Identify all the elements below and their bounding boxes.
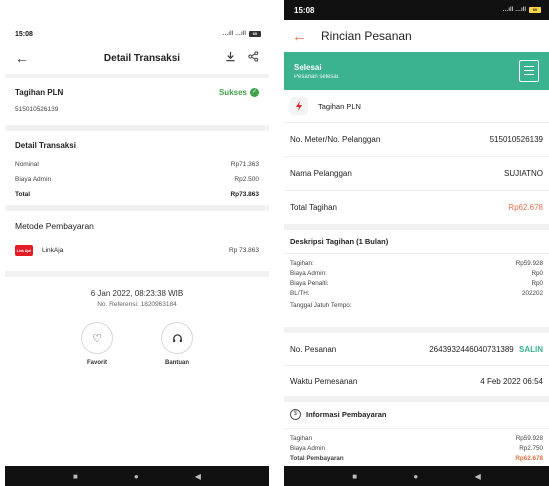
receipt-icon bbox=[519, 60, 539, 82]
currency-circle-icon: $ bbox=[290, 409, 301, 420]
description-row: Tanggal Jatuh Tempo: bbox=[290, 302, 352, 309]
status-bar: 15:08 …ıll …ıll 60 bbox=[284, 0, 549, 20]
order-status: Selesai bbox=[294, 62, 322, 72]
payment-row: Biaya Admin Rp2.750 bbox=[290, 445, 543, 452]
bill-summary: Tagihan PLN Sukses ✓ 515010526139 bbox=[5, 78, 269, 125]
payment-amount: Rp 73.863 bbox=[229, 247, 259, 254]
description-row: Tagihan: Rp59.928 bbox=[290, 260, 543, 267]
android-nav-bar: ■ ● ◀ bbox=[5, 466, 269, 486]
section-title: Deskripsi Tagihan (1 Bulan) bbox=[290, 237, 389, 246]
home-icon[interactable]: ● bbox=[134, 472, 139, 481]
status-time: 15:08 bbox=[294, 5, 315, 15]
payment-info-section: $ Informasi Pembayaran Tagihan Rp59.928 … bbox=[284, 402, 549, 462]
order-time-row: Waktu Pemesanan 4 Feb 2022 06:54 bbox=[290, 376, 543, 386]
download-icon[interactable] bbox=[225, 51, 236, 65]
transaction-datetime: 6 Jan 2022, 08:23:38 WIB bbox=[90, 289, 184, 298]
payment-method-section: Metode Pembayaran Link Aja! LinkAja Rp 7… bbox=[5, 211, 269, 271]
description-row: Biaya Admin: Rp0 bbox=[290, 270, 543, 277]
info-row: Nama Pelanggan SUJIATNO bbox=[290, 169, 543, 178]
bill-title: Tagihan PLN bbox=[15, 88, 64, 97]
back-nav-icon[interactable]: ◀ bbox=[475, 472, 481, 481]
order-status-subtitle: Pesanan selesai. bbox=[294, 73, 340, 80]
app-bar: ← Rincian Pesanan bbox=[284, 20, 549, 52]
status-time: 15:08 bbox=[15, 30, 33, 38]
description-row: Biaya Penalti: Rp0 bbox=[290, 280, 543, 287]
status-badge: Sukses ✓ bbox=[218, 88, 259, 97]
payment-method-name: LinkAja bbox=[42, 247, 64, 254]
signal-icon: …ıll …ıll bbox=[222, 31, 246, 37]
android-nav-bar: ■ ● ◀ bbox=[284, 466, 549, 486]
battery-icon: 60 bbox=[249, 31, 261, 37]
share-icon[interactable] bbox=[248, 51, 259, 65]
section-title: Detail Transaksi bbox=[15, 141, 76, 150]
section-title: Metode Pembayaran bbox=[15, 221, 94, 231]
signal-icon: …ıll …ıll bbox=[502, 7, 526, 13]
linkaja-logo: Link Aja! bbox=[15, 245, 33, 256]
check-circle-icon: ✓ bbox=[250, 88, 259, 97]
order-number: 2643932446040731389 bbox=[429, 344, 514, 354]
product-row: Tagihan PLN bbox=[284, 90, 549, 122]
product-title: Tagihan PLN bbox=[318, 101, 361, 111]
help-button[interactable]: Bantuan bbox=[152, 322, 202, 366]
copy-button[interactable]: SALIN bbox=[519, 345, 543, 354]
heart-icon: ♡ bbox=[81, 322, 113, 354]
recents-icon[interactable]: ■ bbox=[73, 472, 78, 481]
recents-icon[interactable]: ■ bbox=[352, 472, 357, 481]
payment-method-row: Link Aja! LinkAja Rp 73.863 bbox=[5, 245, 269, 256]
transaction-detail-section: Detail Transaksi Nominal Rp71.363 Biaya … bbox=[5, 131, 269, 205]
info-row: No. Meter/No. Pelanggan 515010526139 bbox=[290, 135, 543, 144]
back-nav-icon[interactable]: ◀ bbox=[195, 472, 201, 481]
back-arrow-icon[interactable]: ← bbox=[15, 50, 35, 66]
battery-icon: 60 bbox=[529, 7, 541, 13]
order-number-row: No. Pesanan 2643932446040731389 SALIN bbox=[290, 344, 543, 354]
detail-row: Biaya Admin Rp2.500 bbox=[15, 176, 259, 183]
headset-icon bbox=[161, 322, 193, 354]
favorite-button[interactable]: ♡ Favorit bbox=[72, 322, 122, 366]
right-phone-screen: 15:08 …ıll …ıll 60 ← Rincian Pesanan Sel… bbox=[284, 0, 549, 486]
home-icon[interactable]: ● bbox=[413, 472, 418, 481]
transaction-footer: 6 Jan 2022, 08:23:38 WIB No. Referensi: … bbox=[5, 277, 269, 366]
bill-number: 515010526139 bbox=[15, 106, 59, 113]
detail-row-total: Total Rp73.863 bbox=[15, 191, 259, 198]
payment-row: Tagihan Rp59.928 bbox=[290, 435, 543, 442]
pln-logo-icon bbox=[290, 97, 308, 115]
page-title: Rincian Pesanan bbox=[321, 29, 412, 43]
favorite-label: Favorit bbox=[86, 360, 107, 366]
status-bar: 15:08 …ıll …ıll 60 bbox=[5, 26, 269, 42]
help-label: Bantuan bbox=[165, 360, 189, 366]
page-title: Detail Transaksi bbox=[103, 52, 181, 64]
section-title: Informasi Pembayaran bbox=[306, 410, 387, 419]
order-status-banner: Selesai Pesanan selesai. bbox=[284, 52, 549, 90]
app-bar: ← Detail Transaksi bbox=[5, 42, 269, 74]
info-row-total: Total Tagihan Rp62.678 bbox=[290, 203, 543, 212]
back-arrow-icon[interactable]: ← bbox=[292, 28, 307, 45]
left-phone-screen: 15:08 …ıll …ıll 60 ← Detail Transaksi Ta… bbox=[5, 26, 269, 486]
description-row: BL/TH: 202202 bbox=[290, 290, 543, 297]
reference-number: No. Referensi: 1820963184 bbox=[97, 301, 177, 308]
bill-description-section: Deskripsi Tagihan (1 Bulan) Tagihan: Rp5… bbox=[284, 230, 549, 327]
payment-row-total: Total Pembayaran Rp62.678 bbox=[290, 455, 543, 462]
detail-row: Nominal Rp71.363 bbox=[15, 161, 259, 168]
